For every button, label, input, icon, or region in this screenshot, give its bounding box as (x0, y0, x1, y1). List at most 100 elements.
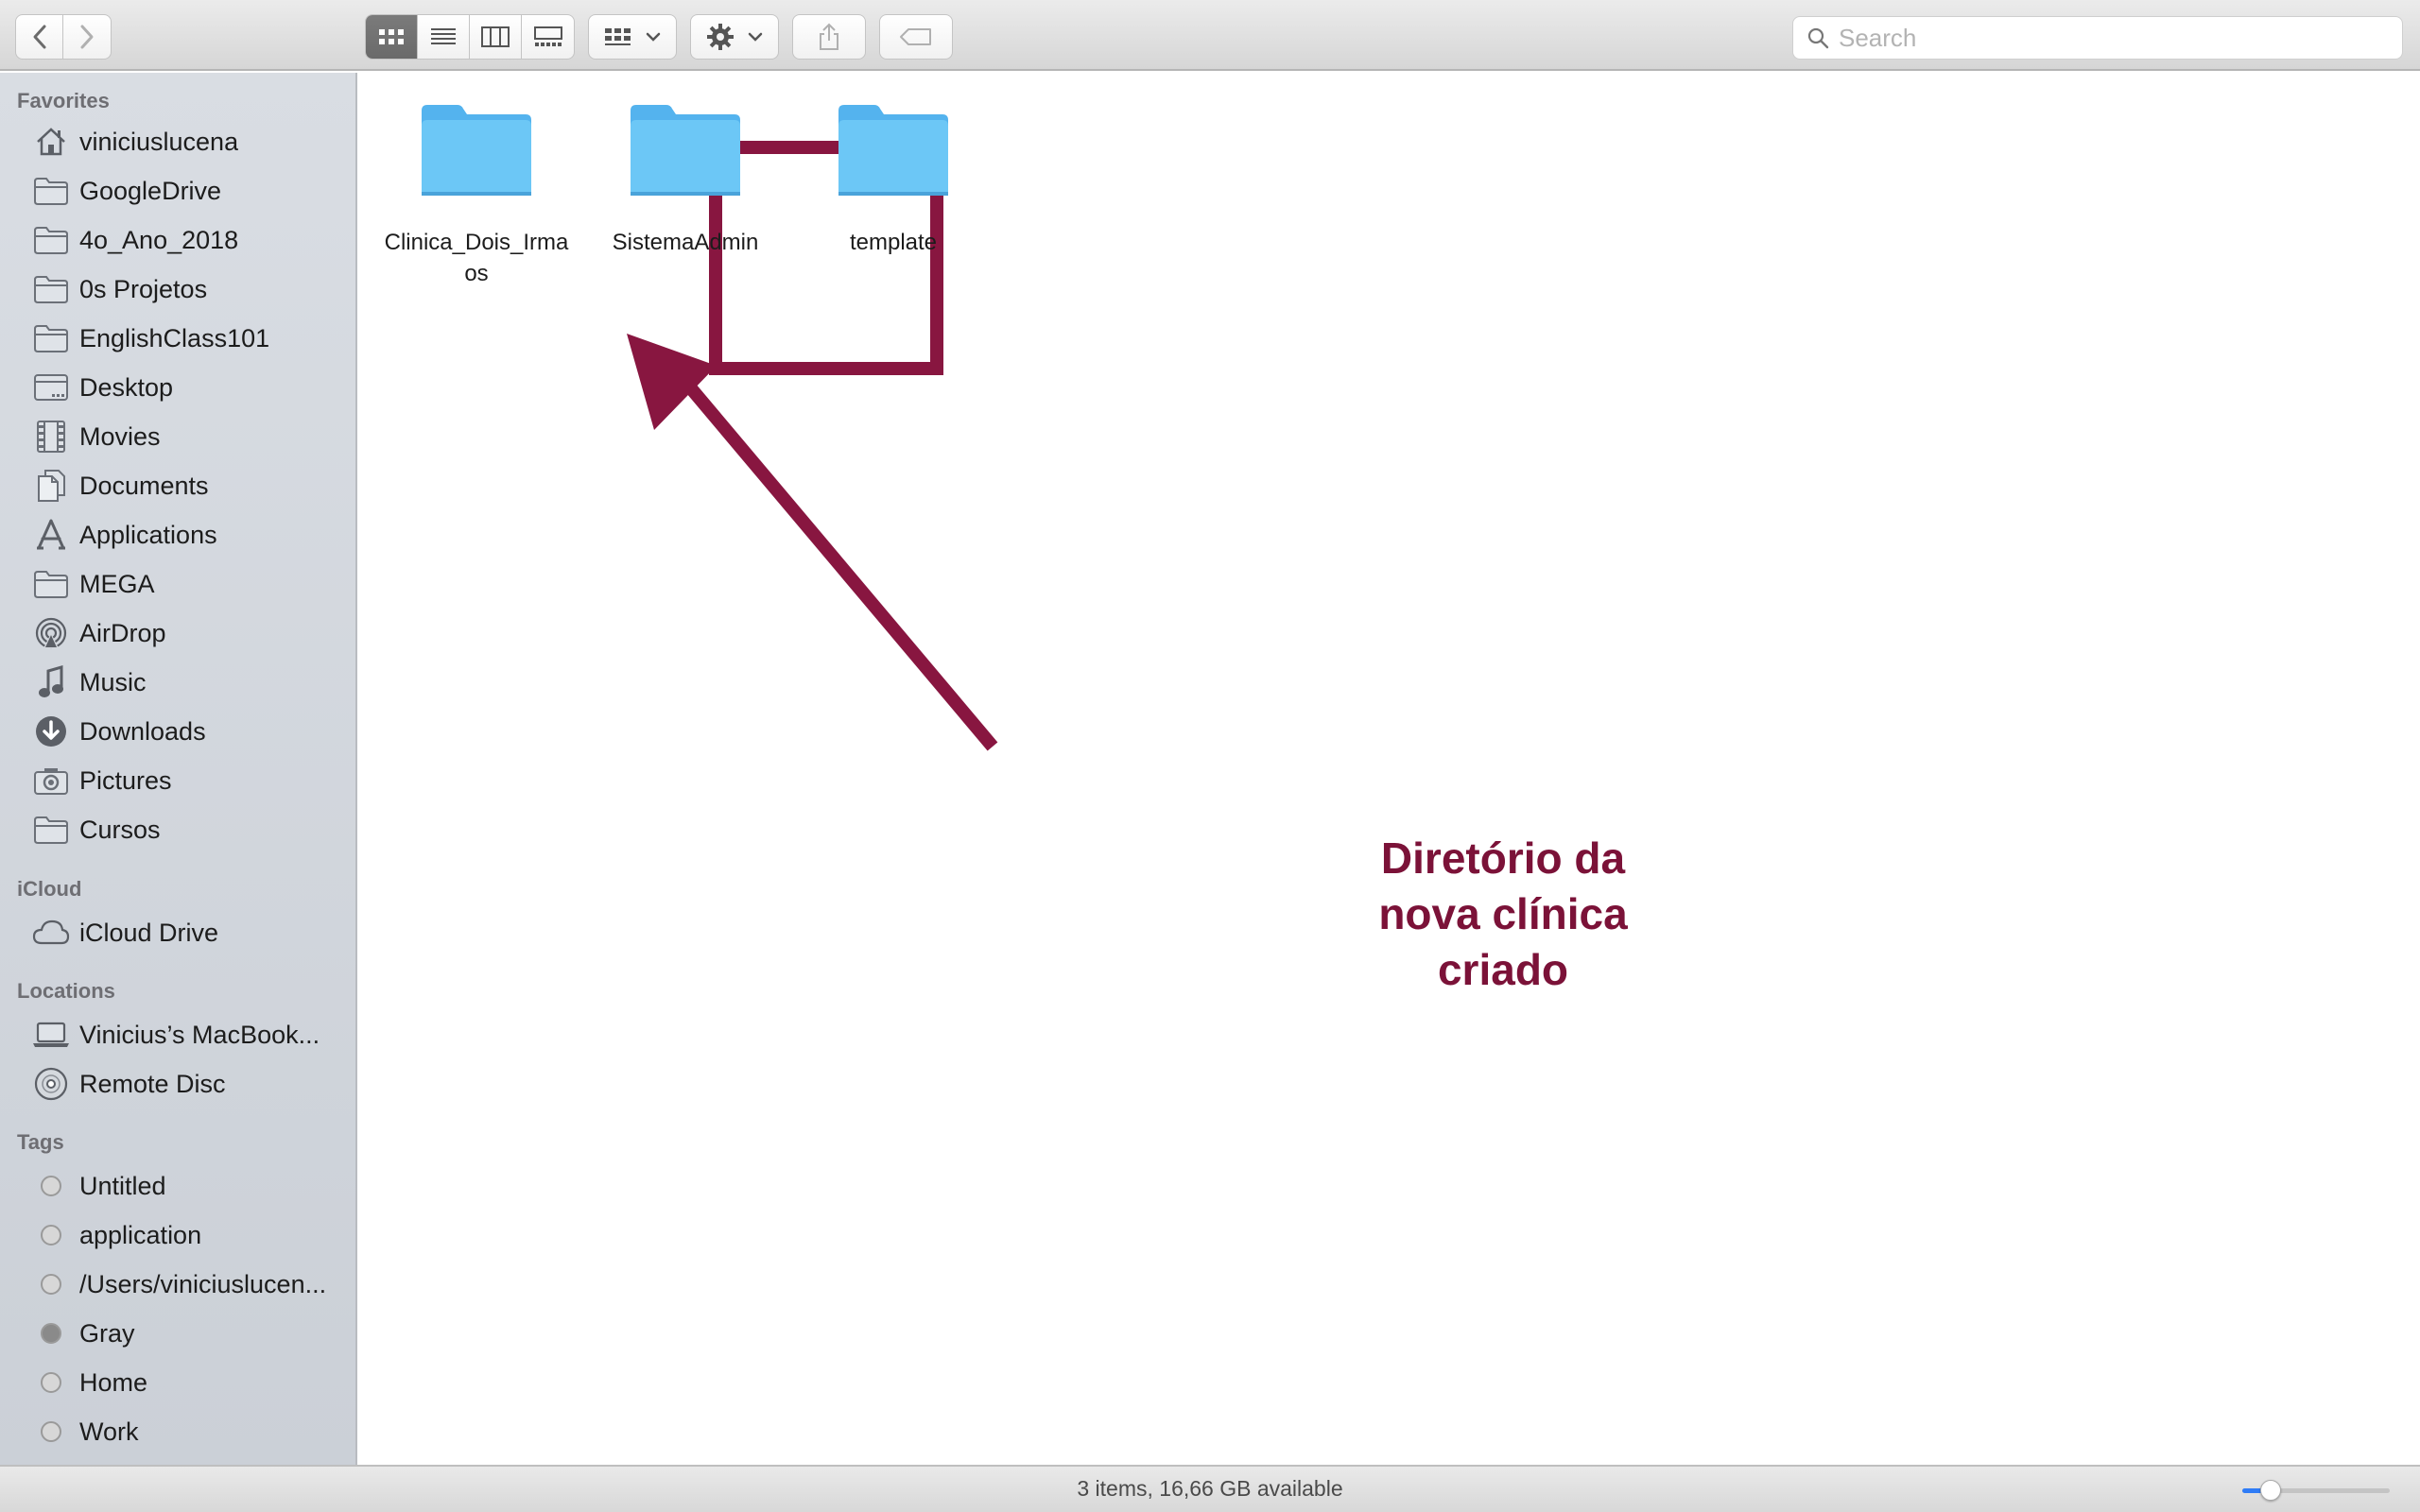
folder-item[interactable]: Clinica_Dois_Irmaos (377, 101, 576, 289)
folder-icon (32, 811, 70, 849)
folder-icon (32, 565, 70, 603)
grid-icon (379, 29, 404, 44)
document-icon (32, 467, 70, 505)
annotation-line-2: nova clínica (1378, 889, 1628, 938)
sidebar-item[interactable]: Untitled (0, 1161, 355, 1211)
folder-icon (835, 101, 952, 204)
desktop-icon (32, 369, 70, 406)
home-icon (32, 123, 70, 161)
sidebar-item-label: EnglishClass101 (79, 323, 270, 352)
tag-dot-icon (41, 1225, 61, 1246)
sidebar-item[interactable]: EnglishClass101 (0, 314, 355, 363)
icon-view-button[interactable] (366, 15, 418, 59)
sidebar-item[interactable]: application (0, 1211, 355, 1260)
navigation-buttons (15, 14, 112, 60)
gallery-icon (533, 26, 562, 46)
sidebar-item[interactable]: Applications (0, 510, 355, 559)
tag-dot-icon (41, 1176, 61, 1196)
icloud-header: iCloud (17, 877, 82, 901)
sidebar-item[interactable]: Vinicius’s MacBook... (0, 1010, 355, 1059)
cloud-icon (32, 914, 70, 952)
sidebar-item-label: Untitled (79, 1171, 166, 1200)
folder-item[interactable]: SistemaAdmin (586, 101, 785, 258)
sidebar-item[interactable]: GoogleDrive (0, 166, 355, 215)
folder-name: Clinica_Dois_Irmaos (384, 230, 569, 286)
sidebar-item[interactable]: AirDrop (0, 609, 355, 658)
sidebar-item[interactable]: MEGA (0, 559, 355, 609)
sidebar-item-label: Documents (79, 471, 209, 500)
sidebar-item-label: viniciuslucena (79, 127, 239, 156)
chevron-right-icon (80, 25, 94, 49)
group-by-button[interactable] (588, 14, 677, 60)
folder-item[interactable]: template (794, 101, 993, 258)
folder-name: template (849, 230, 938, 255)
sidebar-item-label: application (79, 1220, 202, 1249)
chevron-down-icon (748, 32, 763, 42)
sidebar-item[interactable]: Gray (0, 1309, 355, 1358)
music-note-icon (32, 663, 70, 701)
folder-icon (32, 319, 70, 357)
sidebar-item[interactable]: Cursos (0, 805, 355, 854)
sidebar-item-label: Pictures (79, 765, 172, 795)
sidebar-item[interactable]: Downloads (0, 707, 355, 756)
sidebar-item[interactable]: Documents (0, 461, 355, 510)
sidebar-item[interactable]: viniciuslucena (0, 117, 355, 166)
folder-name: SistemaAdmin (612, 230, 759, 255)
icon-size-slider[interactable] (2242, 1480, 2390, 1501)
sidebar-item-label: 0s Projetos (79, 274, 208, 303)
gallery-view-button[interactable] (522, 15, 574, 59)
film-icon (32, 418, 70, 455)
share-button[interactable] (792, 14, 866, 60)
gear-icon (707, 24, 734, 50)
sidebar-item-label: Cursos (79, 815, 161, 844)
tag-dot-icon (41, 1421, 61, 1442)
sidebar-item[interactable]: iCloud Drive (0, 908, 355, 957)
sidebar-item[interactable]: Work (0, 1407, 355, 1456)
annotation-line-3: criado (1437, 945, 1569, 994)
chevron-down-icon (646, 32, 661, 42)
sidebar-item[interactable]: /Users/viniciuslucen... (0, 1260, 355, 1309)
search-field[interactable]: Search (1792, 16, 2403, 60)
sidebar-item-label: 4o_Ano_2018 (79, 225, 239, 254)
sidebar-item[interactable]: Pictures (0, 756, 355, 805)
action-menu-button[interactable] (690, 14, 779, 60)
sidebar-item-label: /Users/viniciuslucen... (79, 1269, 327, 1298)
status-bar: 3 items, 16,66 GB available (0, 1465, 2420, 1512)
favorites-header: Favorites (17, 89, 110, 112)
sidebar-item-label: Gray (79, 1318, 135, 1348)
sidebar-item-label: Applications (79, 520, 217, 549)
sidebar-item[interactable]: Music (0, 658, 355, 707)
sidebar: Favorites iCloud Locations Tags vinicius… (0, 73, 357, 1465)
list-icon (431, 28, 456, 44)
sidebar-item-label: Remote Disc (79, 1069, 226, 1098)
tag-color-dot (32, 1364, 70, 1401)
sidebar-item[interactable]: Remote Disc (0, 1059, 355, 1108)
sidebar-item[interactable]: 0s Projetos (0, 265, 355, 314)
list-view-button[interactable] (418, 15, 470, 59)
status-text: 3 items, 16,66 GB available (1077, 1476, 1343, 1501)
sidebar-item[interactable]: Home (0, 1358, 355, 1407)
back-button[interactable] (16, 15, 63, 59)
tag-color-dot (32, 1167, 70, 1205)
tags-header: Tags (17, 1130, 64, 1154)
finder-toolbar: Search (0, 0, 2420, 71)
column-view-button[interactable] (470, 15, 522, 59)
folder-icon (418, 101, 535, 204)
airdrop-icon (32, 614, 70, 652)
sidebar-item[interactable]: Movies (0, 412, 355, 461)
sidebar-item-label: AirDrop (79, 618, 166, 647)
group-grid-icon (605, 28, 631, 45)
edit-tags-button[interactable] (879, 14, 953, 60)
sidebar-item-label: iCloud Drive (79, 918, 219, 947)
sidebar-item[interactable]: 4o_Ano_2018 (0, 215, 355, 265)
folder-icon (32, 270, 70, 308)
sidebar-item[interactable]: Desktop (0, 363, 355, 412)
locations-header: Locations (17, 979, 115, 1003)
sidebar-item-label: GoogleDrive (79, 176, 222, 205)
tag-dot-icon (41, 1323, 61, 1344)
search-placeholder: Search (1839, 23, 1917, 52)
annotation-text: Diretório da nova clínica criado (1323, 831, 1683, 998)
sidebar-item-label: Movies (79, 421, 161, 451)
forward-button[interactable] (63, 15, 111, 59)
tag-color-dot (32, 1413, 70, 1451)
